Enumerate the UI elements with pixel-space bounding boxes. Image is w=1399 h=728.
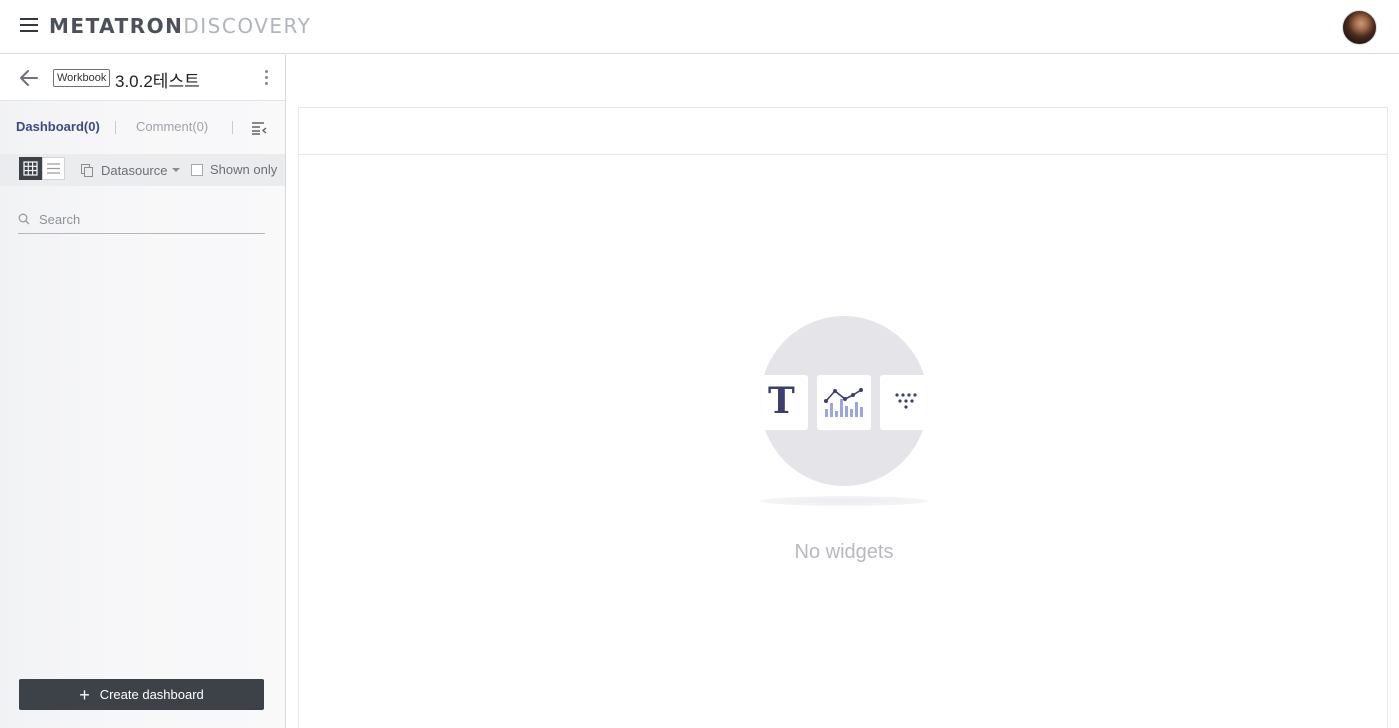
chart-widget-card: [817, 375, 871, 430]
chevron-down-icon[interactable]: [172, 168, 180, 172]
text-widget-card: T: [760, 375, 808, 430]
empty-state-message: No widgets: [794, 541, 894, 563]
hamburger-icon[interactable]: [20, 18, 38, 32]
datasource-icon: [81, 164, 93, 177]
workbook-sidebar: Workbook 3.0.2테스트 Dashboard(0) Comment(0…: [0, 55, 286, 728]
filter-dots-icon: [895, 393, 917, 409]
tab-comment[interactable]: Comment(0): [136, 119, 208, 134]
sidebar-toolbar: Datasource Shown only: [0, 154, 285, 186]
back-arrow-icon[interactable]: [18, 67, 40, 89]
workbook-badge: Workbook: [53, 69, 111, 87]
app-logo[interactable]: METATRONDISCOVERY: [49, 14, 311, 38]
sidebar-tabs: Dashboard(0) Comment(0): [0, 102, 285, 154]
shown-only-checkbox[interactable]: [191, 164, 203, 176]
tab-dashboard[interactable]: Dashboard(0): [16, 119, 100, 134]
search-box: [18, 205, 265, 234]
create-dashboard-label: Create dashboard: [99, 687, 204, 702]
list-view-icon: [47, 163, 60, 174]
illustration-shadow: [760, 496, 928, 506]
search-input[interactable]: [39, 208, 263, 230]
logo-primary: METATRON: [49, 14, 184, 38]
datasource-filter[interactable]: Datasource: [101, 163, 167, 178]
chart-icon: [824, 388, 863, 417]
tab-divider: [115, 121, 116, 134]
workbook-header: Workbook 3.0.2테스트: [0, 55, 285, 101]
tab-divider: [232, 121, 233, 134]
grid-view-button[interactable]: [19, 157, 42, 180]
top-bar: METATRONDISCOVERY: [0, 0, 1399, 54]
empty-illustration: T: [760, 316, 928, 486]
workbook-title: 3.0.2테스트: [115, 72, 200, 91]
list-view-button[interactable]: [42, 157, 65, 180]
search-icon: [18, 213, 30, 225]
plus-icon: +: [79, 684, 90, 705]
more-vert-icon[interactable]: [262, 70, 270, 86]
create-dashboard-button[interactable]: + Create dashboard: [19, 679, 264, 710]
list-collapse-icon[interactable]: [251, 121, 267, 135]
grid-view-icon: [23, 161, 38, 176]
user-avatar[interactable]: [1342, 10, 1377, 45]
text-widget-glyph: T: [768, 380, 795, 422]
filter-widget-card: [880, 375, 928, 430]
board-header: [299, 108, 1387, 155]
logo-secondary: DISCOVERY: [183, 14, 312, 38]
shown-only-label: Shown only: [210, 162, 278, 177]
